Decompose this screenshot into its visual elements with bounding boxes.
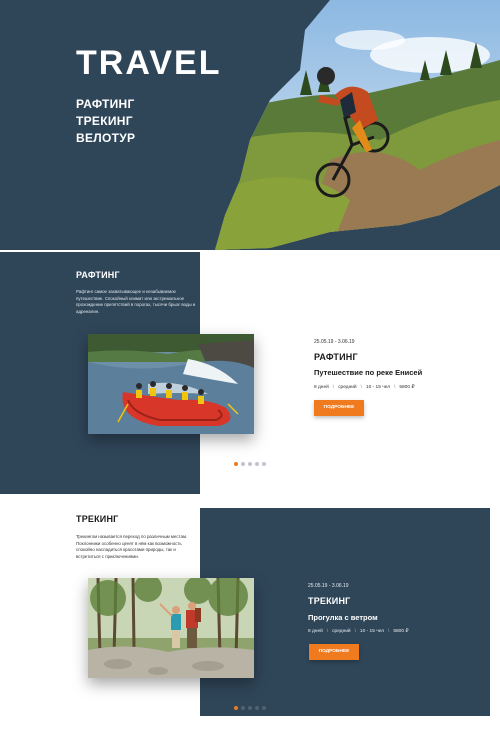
carousel-dot-5[interactable]: [262, 706, 266, 710]
separator: \: [326, 629, 329, 634]
trekking-description: Трекингом называется переход по различны…: [76, 534, 188, 559]
carousel-dot-3[interactable]: [248, 706, 252, 710]
hero-menu-item-rafting[interactable]: РАФТИНГ: [76, 96, 135, 113]
trekking-carousel-dots: [234, 706, 266, 710]
duration-value: 8 дней: [308, 629, 323, 634]
trekking-heading: ТРЕКИНГ: [76, 514, 119, 524]
carousel-dot-1[interactable]: [234, 462, 238, 466]
price-value: 5800 ₽: [399, 385, 415, 390]
hero-cyclist-image: [215, 0, 500, 250]
price-value: 5800 ₽: [393, 629, 409, 634]
rafting-meta: 8 дней \ средний \ 10 - 15 чел \ 5800 ₽: [314, 385, 414, 390]
carousel-dot-2[interactable]: [241, 462, 245, 466]
hero-menu: РАФТИНГ ТРЕКИНГ ВЕЛОТУР: [76, 96, 135, 147]
hero-title: TRAVEL: [76, 44, 222, 82]
difficulty-value: средний: [338, 385, 357, 390]
group-size-value: 10 - 15 чел: [365, 385, 390, 390]
carousel-dot-4[interactable]: [255, 706, 259, 710]
trekking-date: 25.05.19 - 3.06.19: [308, 583, 349, 589]
separator: \: [360, 385, 362, 390]
trekking-image: [88, 578, 254, 678]
carousel-dot-4[interactable]: [255, 462, 259, 466]
carousel-dot-1[interactable]: [234, 706, 238, 710]
separator: \: [394, 385, 396, 390]
hero-menu-item-bike-tour[interactable]: ВЕЛОТУР: [76, 130, 135, 147]
trekking-details-button[interactable]: ПОДРОБНЕЕ: [309, 644, 359, 660]
rafting-image: [88, 334, 254, 434]
trekking-card-title: ТРЕКИНГ: [308, 596, 351, 606]
duration-value: 8 дней: [314, 385, 329, 390]
rafting-card-title: РАФТИНГ: [314, 352, 358, 362]
rafting-date: 25.05.19 - 3.06.19: [314, 339, 355, 345]
difficulty-value: средний: [332, 629, 351, 634]
rafting-carousel-dots: [234, 462, 266, 466]
hero-menu-item-trekking[interactable]: ТРЕКИНГ: [76, 113, 135, 130]
trekking-card-subtitle: Прогулка с ветром: [308, 613, 378, 622]
separator: \: [354, 629, 356, 634]
rafting-description: Рафтинг самое захватывающее и незабываем…: [76, 289, 196, 314]
hero-section: TRAVEL РАФТИНГ ТРЕКИНГ ВЕЛОТУР: [0, 0, 500, 250]
group-size-value: 10 - 15 чел: [359, 629, 384, 634]
separator: \: [388, 629, 390, 634]
rafting-card-subtitle: Путешествие по реке Енисей: [314, 368, 423, 377]
carousel-dot-2[interactable]: [241, 706, 245, 710]
carousel-dot-5[interactable]: [262, 462, 266, 466]
trekking-meta: 8 дней \ средний \ 10 - 15 чел \ 5800 ₽: [308, 629, 408, 634]
separator: \: [332, 385, 335, 390]
carousel-dot-3[interactable]: [248, 462, 252, 466]
rafting-details-button[interactable]: ПОДРОБНЕЕ: [314, 400, 364, 416]
rafting-heading: РАФТИНГ: [76, 270, 120, 280]
